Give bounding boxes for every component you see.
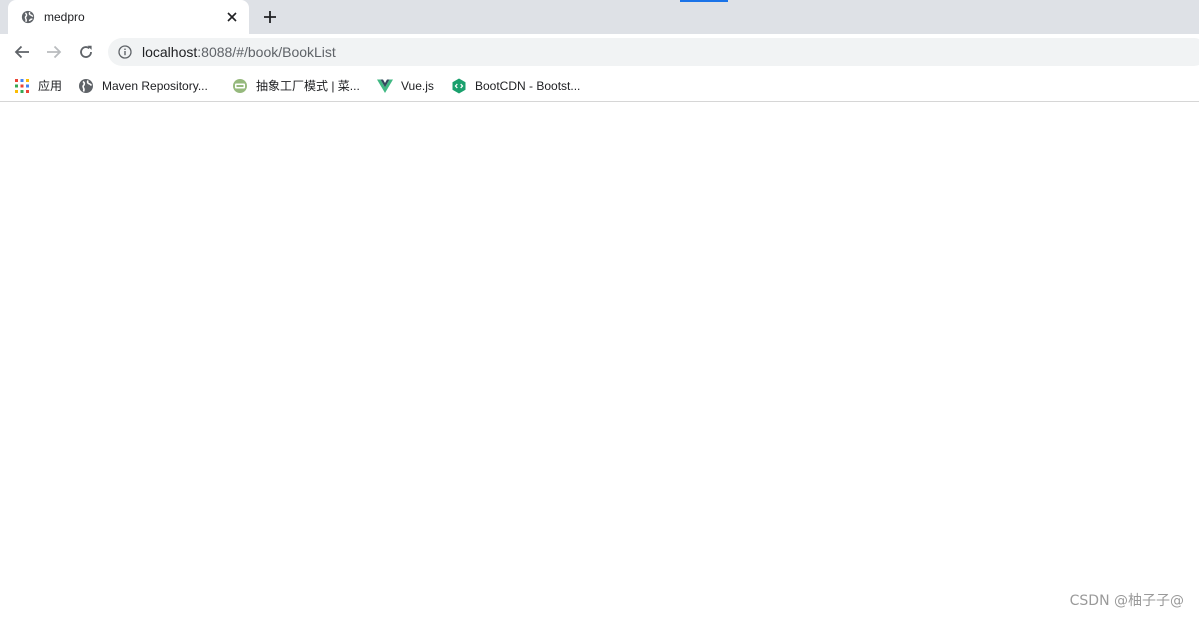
reload-button[interactable] (74, 40, 98, 64)
bootcdn-icon (452, 78, 466, 94)
browser-toolbar: localhost:8088/#/book/BookList (0, 34, 1199, 70)
tab-strip: medpro (0, 0, 1199, 34)
tab-title: medpro (44, 10, 85, 24)
close-icon (227, 12, 237, 22)
forward-button[interactable] (42, 40, 66, 64)
globe-icon (21, 10, 35, 24)
apps-grid-icon (15, 79, 29, 93)
bookmark-maven-repository[interactable]: Maven Repository... (78, 76, 208, 96)
address-bar[interactable]: localhost:8088/#/book/BookList (108, 38, 1199, 66)
arrow-left-icon (14, 45, 29, 59)
bookmark-label: Maven Repository... (102, 79, 208, 93)
browser-window: medpro localhost:8088/#/book/BookList 应用… (0, 0, 1199, 617)
page-content: CSDN @柚子子@ (0, 103, 1199, 617)
bookmark-label: BootCDN - Bootst... (475, 79, 581, 93)
url-text[interactable]: localhost:8088/#/book/BookList (142, 44, 336, 60)
bookmark-runoob[interactable]: 抽象工厂模式 | 菜... (232, 76, 360, 96)
back-button[interactable] (10, 40, 34, 64)
tab-accent-line (680, 0, 728, 2)
info-icon[interactable] (118, 45, 132, 59)
bookmark-label: 抽象工厂模式 | 菜... (256, 79, 360, 93)
bookmark-label: Vue.js (401, 79, 434, 93)
close-tab-button[interactable] (223, 8, 241, 26)
bookmarks-bar: 应用 Maven Repository... 抽象工厂模式 | 菜... Vue… (0, 70, 1199, 102)
arrow-right-icon (47, 45, 62, 59)
active-tab[interactable]: medpro (8, 0, 249, 34)
plus-icon (264, 11, 276, 23)
bookmark-bootcdn[interactable]: BootCDN - Bootst... (451, 76, 580, 96)
vue-logo-icon (377, 79, 393, 93)
bookmark-apps[interactable]: 应用 (14, 76, 62, 96)
new-tab-button[interactable] (258, 6, 282, 28)
bookmark-vuejs[interactable]: Vue.js (377, 76, 434, 96)
globe-icon (79, 79, 93, 93)
reload-icon (80, 45, 92, 58)
bookmark-label: 应用 (38, 79, 63, 93)
runoob-icon (233, 79, 247, 93)
csdn-watermark: CSDN @柚子子@ (1069, 593, 1184, 609)
url-path: :8088/#/book/BookList (197, 44, 336, 60)
url-host: localhost (142, 44, 198, 60)
